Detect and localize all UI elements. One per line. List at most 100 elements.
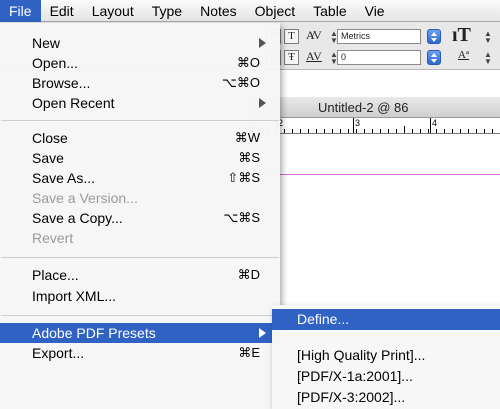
ruler-tick [300, 129, 301, 133]
submenu-arrow-icon [259, 328, 266, 338]
menu-table[interactable]: Table [304, 0, 355, 22]
ruler-tick [436, 129, 437, 133]
baseline-shift-stepper[interactable]: ▲ ▼ [484, 51, 492, 66]
menu-item-place[interactable]: Place... ⌘D [0, 265, 280, 285]
tracking-field[interactable]: 0 [337, 50, 421, 65]
submenu-item-pdf-x-1a-2001[interactable]: [PDF/X-1a:2001]... [272, 366, 500, 387]
underline-button[interactable]: T [284, 29, 299, 44]
ruler-tick [364, 129, 365, 133]
ruler-tick [348, 129, 349, 133]
menu-item-save[interactable]: Save ⌘S [0, 148, 280, 168]
document-title: Untitled-2 @ 86 [318, 100, 409, 115]
kerning-popup-button[interactable] [427, 29, 441, 44]
menu-item-label: Export... [32, 345, 85, 361]
vertical-scale-stepper[interactable]: ▲ ▼ [484, 30, 492, 45]
ruler-major-tick [430, 118, 431, 133]
menu-item-open[interactable]: Open... ⌘O [0, 53, 280, 73]
ruler-tick [332, 129, 333, 133]
menu-separator [1, 120, 279, 121]
ruler-tick [420, 129, 421, 133]
kerning-field[interactable]: Metrics [337, 29, 421, 44]
pdf-presets-submenu: Define... [High Quality Print]... [PDF/X… [272, 305, 500, 409]
menu-item-label: Open Recent [32, 95, 115, 111]
submenu-arrow-icon [259, 98, 266, 108]
menu-item-close[interactable]: Close ⌘W [0, 128, 280, 148]
menu-separator [1, 257, 279, 258]
ruler-tick [284, 129, 285, 133]
menu-item-label: Place... [32, 267, 79, 283]
ruler-tick [372, 129, 373, 133]
tracking-icon: AV [306, 49, 322, 63]
menu-object[interactable]: Object [246, 0, 304, 22]
ruler-tick [292, 129, 293, 133]
menu-item-label: Revert [32, 230, 74, 246]
strikethrough-button[interactable]: Ŧ [284, 50, 299, 65]
menu-shortcut: ⌘W [234, 130, 260, 145]
menu-edit[interactable]: Edit [41, 0, 83, 22]
ruler-label: 3 [355, 118, 361, 128]
menu-shortcut: ⌘O [236, 55, 260, 70]
menu-bar: File Edit Layout Type Notes Object Table… [0, 0, 500, 22]
ruler-tick [340, 129, 341, 133]
baseline-shift-icon: Aª [458, 49, 469, 61]
ruler-tick [468, 129, 469, 133]
submenu-arrow-icon [259, 38, 266, 48]
ruler-label: 4 [432, 118, 438, 128]
kerning-icon: A̸V [306, 28, 322, 42]
ruler-tick [492, 129, 493, 133]
menu-file[interactable]: File [0, 0, 41, 22]
ruler-tick [316, 129, 317, 133]
menu-item-export[interactable]: Export... ⌘E [0, 343, 280, 363]
margin-guide [250, 174, 500, 175]
tracking-popup-button[interactable] [427, 50, 441, 65]
menu-item-open-recent[interactable]: Open Recent [0, 93, 280, 113]
submenu-item-pdf-x-3-2002[interactable]: [PDF/X-3:2002]... [272, 387, 500, 408]
menu-item-label: Save a Copy... [32, 210, 123, 226]
ruler-tick [444, 129, 445, 133]
ruler-tick [452, 129, 453, 133]
menu-item-new[interactable]: New [0, 33, 280, 53]
menu-item-save-a-version: Save a Version... [0, 188, 280, 208]
menu-item-label: Import XML... [32, 288, 117, 304]
menu-item-label: New [32, 35, 61, 51]
ruler-major-tick [353, 118, 354, 133]
ruler-tick [396, 129, 397, 133]
menu-shortcut: ⌥⌘O [221, 75, 260, 90]
menu-item-save-a-copy[interactable]: Save a Copy... ⌥⌘S [0, 208, 280, 228]
menu-item-browse[interactable]: Browse... ⌥⌘O [0, 73, 280, 93]
menu-item-label: Adobe PDF Presets [32, 325, 156, 341]
menu-shortcut: ⌘E [238, 345, 260, 360]
menu-item-label: Close [32, 130, 68, 146]
menu-item-label: Browse... [32, 75, 91, 91]
menu-notes[interactable]: Notes [191, 0, 246, 22]
ruler-tick [388, 129, 389, 133]
menu-type[interactable]: Type [143, 0, 191, 22]
menu-item-label: Save a Version... [32, 190, 138, 206]
menu-item-import-xml[interactable]: Import XML... [0, 286, 280, 306]
menu-item-label: Open... [32, 55, 78, 71]
menu-shortcut: ⌘S [238, 150, 260, 165]
ruler-tick [476, 129, 477, 133]
document-title-bar: Untitled-2 @ 86 [250, 97, 500, 118]
menu-item-revert: Revert [0, 228, 280, 248]
ruler-tick [404, 126, 405, 133]
menu-shortcut: ⇧⌘S [227, 170, 260, 185]
menu-separator [1, 315, 279, 316]
menu-view[interactable]: Vie [356, 0, 394, 22]
menu-item-label: Save [32, 150, 64, 166]
horizontal-ruler[interactable]: 2 3 4 [250, 118, 500, 134]
ruler-tick [356, 129, 357, 133]
ruler-tick [380, 129, 381, 133]
vertical-scale-icon: ıT [452, 24, 471, 46]
menu-shortcut: ⌘D [237, 267, 260, 282]
menu-item-adobe-pdf-presets[interactable]: Adobe PDF Presets [0, 323, 280, 343]
submenu-item-define[interactable]: Define... [272, 309, 500, 330]
ruler-tick [308, 129, 309, 133]
menu-item-save-as[interactable]: Save As... ⇧⌘S [0, 168, 280, 188]
file-menu: New Open... ⌘O Browse... ⌥⌘O Open Recent… [0, 23, 280, 409]
ruler-tick [412, 129, 413, 133]
menu-item-label: Save As... [32, 170, 96, 186]
menu-layout[interactable]: Layout [83, 0, 143, 22]
submenu-item-high-quality-print[interactable]: [High Quality Print]... [272, 345, 500, 366]
menu-shortcut: ⌥⌘S [223, 210, 260, 225]
